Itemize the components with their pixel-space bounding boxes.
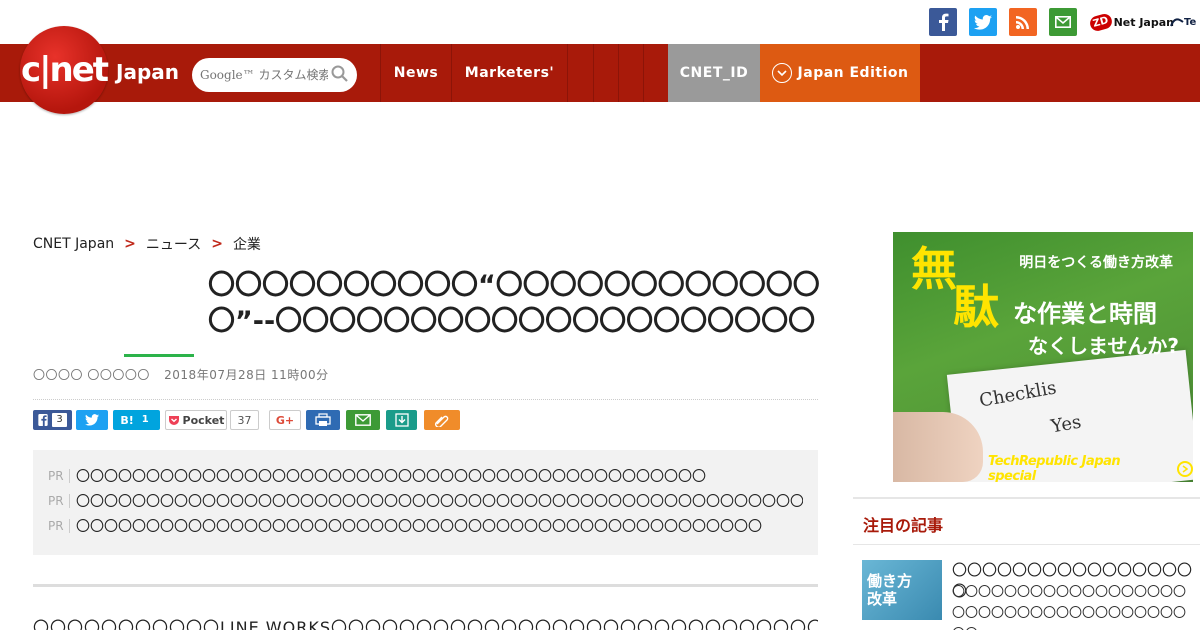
sidebar-ad-banner[interactable]: Checklis Yes 明日をつくる働き方改革 無 駄 な作業と時間 なくしま… [893,232,1193,482]
logo-text: c|net [20,50,109,90]
nav-news[interactable]: News [380,44,451,102]
sidebar-divider [853,544,1200,545]
twitter-icon [85,414,99,426]
download-icon [394,413,409,427]
breadcrumb-home[interactable]: CNET Japan [33,236,114,252]
pr-link[interactable]: PR 〇〇〇〇〇〇〇〇〇〇〇〇〇〇〇〇〇〇〇〇〇〇〇〇〇〇〇〇〇〇〇〇〇〇〇〇〇… [48,488,803,513]
ad-tagline: TechRepublic Japan special [988,454,1193,482]
divider [33,399,818,400]
hatena-label: B! [120,413,134,427]
publish-date: 2018年07月28日 11時00分 [164,368,329,382]
techrepublic-label: Te [1184,16,1197,28]
pr-text[interactable]: 〇〇〇〇〇〇〇〇〇〇〇〇〇〇〇〇〇〇〇〇〇〇〇〇〇〇〇〇〇〇〇〇〇〇〇〇〇〇〇〇… [76,491,803,511]
nav-item-3[interactable] [567,44,593,102]
byline: 〇〇〇〇 〇〇〇〇〇 2018年07月28日 11時00分 [33,366,329,383]
search-input[interactable] [200,68,328,82]
section-divider [33,584,818,587]
pocket-count: 37 [230,410,259,430]
facebook-share-count: 3 [52,413,67,427]
featured-description: 〇〇〇〇〇〇〇〇〇〇〇〇〇〇〇〇〇〇〇〇〇〇〇〇〇〇〇〇〇〇〇〇〇〇〇〇〇〇 [952,585,1187,630]
ad-tag-text: TechRepublic Japan special [988,454,1121,482]
featured-thumbnail[interactable]: 働き方 改革 [862,560,942,620]
pr-text[interactable]: 〇〇〇〇〇〇〇〇〇〇〇〇〇〇〇〇〇〇〇〇〇〇〇〇〇〇〇〇〇〇〇〇〇〇〇〇〇〇〇〇… [76,516,762,536]
sidebar-divider [853,497,1200,499]
mail-icon[interactable] [1049,8,1077,36]
breadcrumb-separator-icon: > [124,236,136,252]
mail-icon [355,414,371,426]
sidebar-heading: 注目の記事 [863,516,944,535]
ad-subline: なくしませんか? [1027,334,1179,358]
article-title: 〇〇〇〇〇〇〇〇〇〇“〇〇〇〇〇〇〇〇〇〇〇〇〇”--〇〇〇〇〇〇〇〇〇〇〇〇〇… [208,270,820,337]
google-plus-button[interactable]: G+ [269,410,301,430]
hatena-bookmark-button[interactable]: B! 1 [113,410,160,430]
breadcrumb-enterprise[interactable]: 企業 [233,234,261,254]
hatena-count: 1 [141,414,149,425]
print-icon [315,413,331,426]
cnet-logo[interactable]: c|net [20,26,109,114]
edition-label: Japan Edition [797,65,909,81]
twitter-share-button[interactable] [76,410,108,430]
pr-box: PR 〇〇〇〇〇〇〇〇〇〇〇〇〇〇〇〇〇〇〇〇〇〇〇〇〇〇〇〇〇〇〇〇〇〇〇〇〇… [33,450,818,555]
clip-button[interactable] [424,410,460,430]
twitter-icon[interactable] [969,8,997,36]
pocket-label: Pocket [182,413,225,427]
paperclip-icon [435,415,449,427]
logo-japan-label[interactable]: Japan [116,60,179,84]
techrepublic-logo[interactable]: Te [1170,9,1196,35]
zdnet-mark: ZD [1088,11,1114,33]
facebook-icon [38,414,48,426]
author: 〇〇〇〇 〇〇〇〇〇 [33,368,150,382]
facebook-icon[interactable] [929,8,957,36]
pr-link[interactable]: PR 〇〇〇〇〇〇〇〇〇〇〇〇〇〇〇〇〇〇〇〇〇〇〇〇〇〇〇〇〇〇〇〇〇〇〇〇〇… [48,513,803,538]
thumbnail-bar [124,354,194,357]
pr-tag: PR [48,468,70,483]
zdnet-label: Net Japan [1113,15,1174,29]
save-button[interactable] [386,410,417,430]
site-search[interactable] [192,58,357,92]
featured-thumb-label: 働き方 改革 [867,572,913,608]
chevron-down-icon [771,63,792,83]
pocket-button[interactable]: Pocket [165,410,227,430]
ad-hand-image [893,412,983,482]
ad-headline-3: な作業と時間 [1013,300,1157,328]
article-thumbnail [112,340,194,360]
cnet-id-button[interactable]: CNET_ID [668,44,760,102]
pr-text[interactable]: 〇〇〇〇〇〇〇〇〇〇〇〇〇〇〇〇〇〇〇〇〇〇〇〇〇〇〇〇〇〇〇〇〇〇〇〇〇〇〇〇… [76,466,706,486]
ad-headline-1: 無 [911,242,957,296]
network-bar: ZD Net Japan Te [0,0,1200,44]
pr-link[interactable]: PR 〇〇〇〇〇〇〇〇〇〇〇〇〇〇〇〇〇〇〇〇〇〇〇〇〇〇〇〇〇〇〇〇〇〇〇〇〇… [48,463,803,488]
rss-icon[interactable] [1009,8,1037,36]
email-share-button[interactable] [346,410,380,430]
techrepublic-mark-icon [1170,18,1184,27]
arrow-right-icon [1177,461,1193,477]
print-button[interactable] [306,410,340,430]
nav-item-5[interactable] [618,44,643,102]
pr-tag: PR [48,518,70,533]
ad-kicker: 明日をつくる働き方改革 [1019,255,1173,271]
breadcrumb-separator-icon: > [211,236,223,252]
article-body: 〇〇〇〇〇〇〇〇〇〇〇LINE WORKS〇〇〇〇〇〇〇〇〇〇〇〇〇〇〇〇〇〇〇… [33,618,818,630]
nav-item-4[interactable] [593,44,618,102]
nav-spacer [643,44,668,102]
zdnet-japan-logo[interactable]: ZD Net Japan [1088,9,1174,35]
pr-tag: PR [48,493,70,508]
search-icon[interactable] [331,65,349,83]
nav-marketers[interactable]: Marketers' [451,44,567,102]
facebook-share-button[interactable]: 3 [33,410,72,430]
edition-selector[interactable]: Japan Edition [760,44,920,102]
ad-headline-2: 駄 [953,280,999,334]
pocket-icon [168,415,179,425]
breadcrumb: CNET Japan > ニュース > 企業 [33,234,261,254]
breadcrumb-news[interactable]: ニュース [146,234,201,254]
